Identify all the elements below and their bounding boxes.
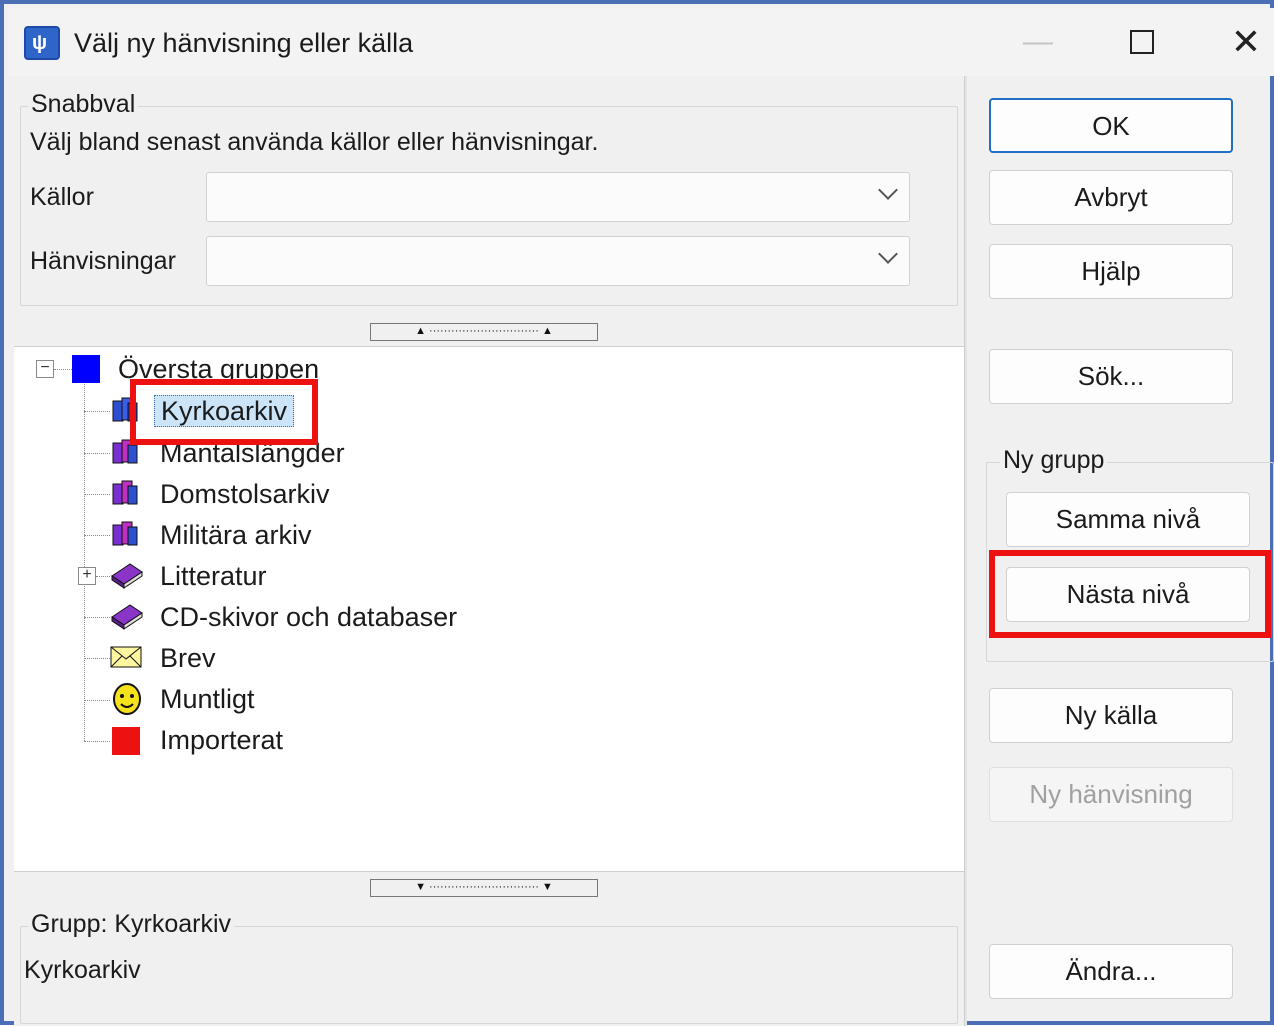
tree-connector [84,617,110,618]
new-group-legend: Ny grupp [1000,446,1108,475]
app-icon: ψ [24,26,60,60]
group-info-box [20,926,958,1024]
envelope-icon [110,645,142,675]
tree-connector [96,576,110,577]
left-panel: Snabbval Välj bland senast använda källo… [14,76,964,1026]
book-purple-icon [110,601,143,631]
highlight-annotation [989,550,1271,638]
tree-connector [54,369,74,370]
books-purple-icon [110,519,140,549]
tree-item-importerat[interactable]: Importerat [160,722,283,758]
blue-square-icon [72,355,100,383]
maximize-icon [1130,30,1154,54]
title-bar: ψ Välj ny hänvisning eller källa — ✕ [8,8,1274,76]
sources-combobox[interactable] [206,172,910,222]
quick-select-legend: Snabbval [28,90,139,119]
minimize-button[interactable]: — [1008,22,1068,62]
face-icon [112,683,142,715]
tree-item-brev[interactable]: Brev [160,640,216,676]
ok-button[interactable]: OK [989,98,1233,153]
tree-connector [84,381,85,741]
search-button[interactable]: Sök... [989,349,1233,404]
quick-select-description: Välj bland senast använda källor eller h… [30,128,599,156]
highlight-annotation [130,379,318,445]
tree-connector [84,535,110,536]
chevron-down-icon[interactable] [878,244,898,264]
collapse-expander-icon[interactable]: − [36,360,54,378]
cancel-button[interactable]: Avbryt [989,170,1233,225]
tree-item-domstolsarkiv[interactable]: Domstolsarkiv [160,476,330,512]
red-square-icon [112,727,140,755]
tree-connector [84,700,110,701]
tree-item-litteratur[interactable]: Litteratur [160,558,267,594]
panel-divider [964,76,967,1026]
maximize-button[interactable] [1112,22,1172,62]
tree-connector [84,411,110,412]
tree-item-muntligt[interactable]: Muntligt [160,681,255,717]
same-level-button[interactable]: Samma nivå [1006,492,1250,547]
group-info-value: Kyrkoarkiv [24,956,141,984]
tree-item-cd-skivor[interactable]: CD-skivor och databaser [160,599,457,635]
new-reference-button[interactable]: Ny hänvisning [989,767,1233,822]
tree-connector [84,494,110,495]
top-splitter-handle[interactable]: ▲ ······························ ▲ [370,323,598,341]
edit-button[interactable]: Ändra... [989,944,1233,999]
references-combobox[interactable] [206,236,910,286]
window-title: Välj ny hänvisning eller källa [74,28,414,58]
tree-connector [84,453,110,454]
references-label: Hänvisningar [30,247,176,275]
expand-expander-icon[interactable]: + [78,567,96,585]
new-source-button[interactable]: Ny källa [989,688,1233,743]
books-purple-icon [110,478,140,508]
dialog-window: ψ Välj ny hänvisning eller källa — ✕ Sna… [0,0,1274,1026]
bottom-splitter-handle[interactable]: ▼ ······························ ▼ [370,879,598,897]
tree-connector [84,658,110,659]
group-info-legend: Grupp: Kyrkoarkiv [28,910,235,939]
sources-label: Källor [30,183,94,211]
chevron-down-icon[interactable] [878,180,898,200]
tree-connector [84,741,110,742]
tree-item-militara-arkiv[interactable]: Militära arkiv [160,517,312,553]
help-button[interactable]: Hjälp [989,244,1233,299]
close-button[interactable]: ✕ [1216,22,1274,62]
group-tree[interactable]: − Översta gruppen Kyrkoarkiv Mantalsläng… [14,346,964,872]
book-purple-icon [110,560,143,590]
